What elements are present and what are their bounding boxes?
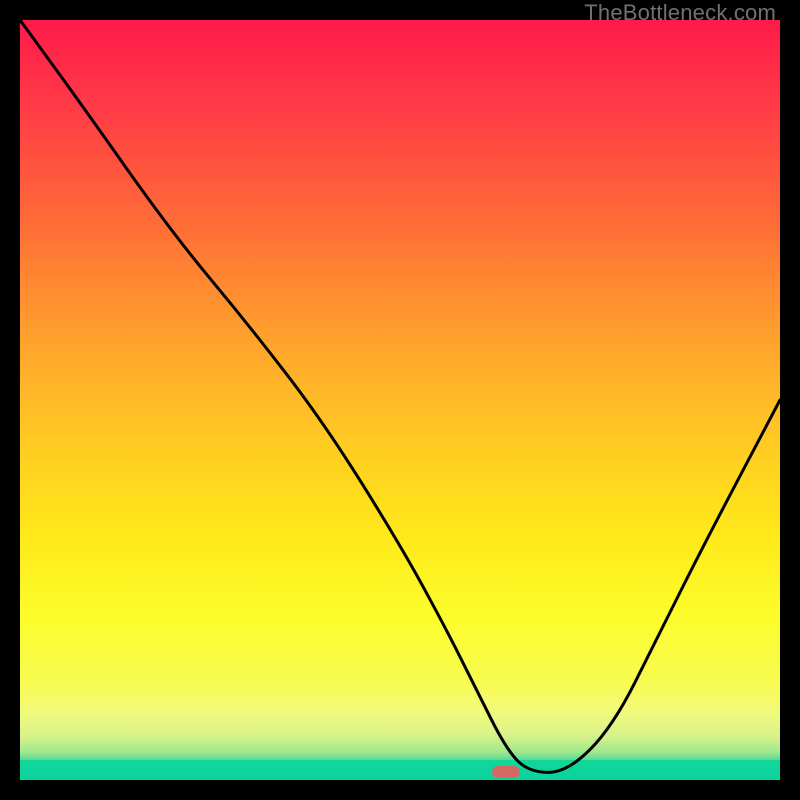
watermark-text: TheBottleneck.com: [584, 0, 776, 26]
chart-frame: TheBottleneck.com: [0, 0, 800, 800]
plot-area: [20, 20, 780, 780]
bottleneck-curve: [20, 20, 780, 772]
curve-svg: [20, 20, 780, 780]
